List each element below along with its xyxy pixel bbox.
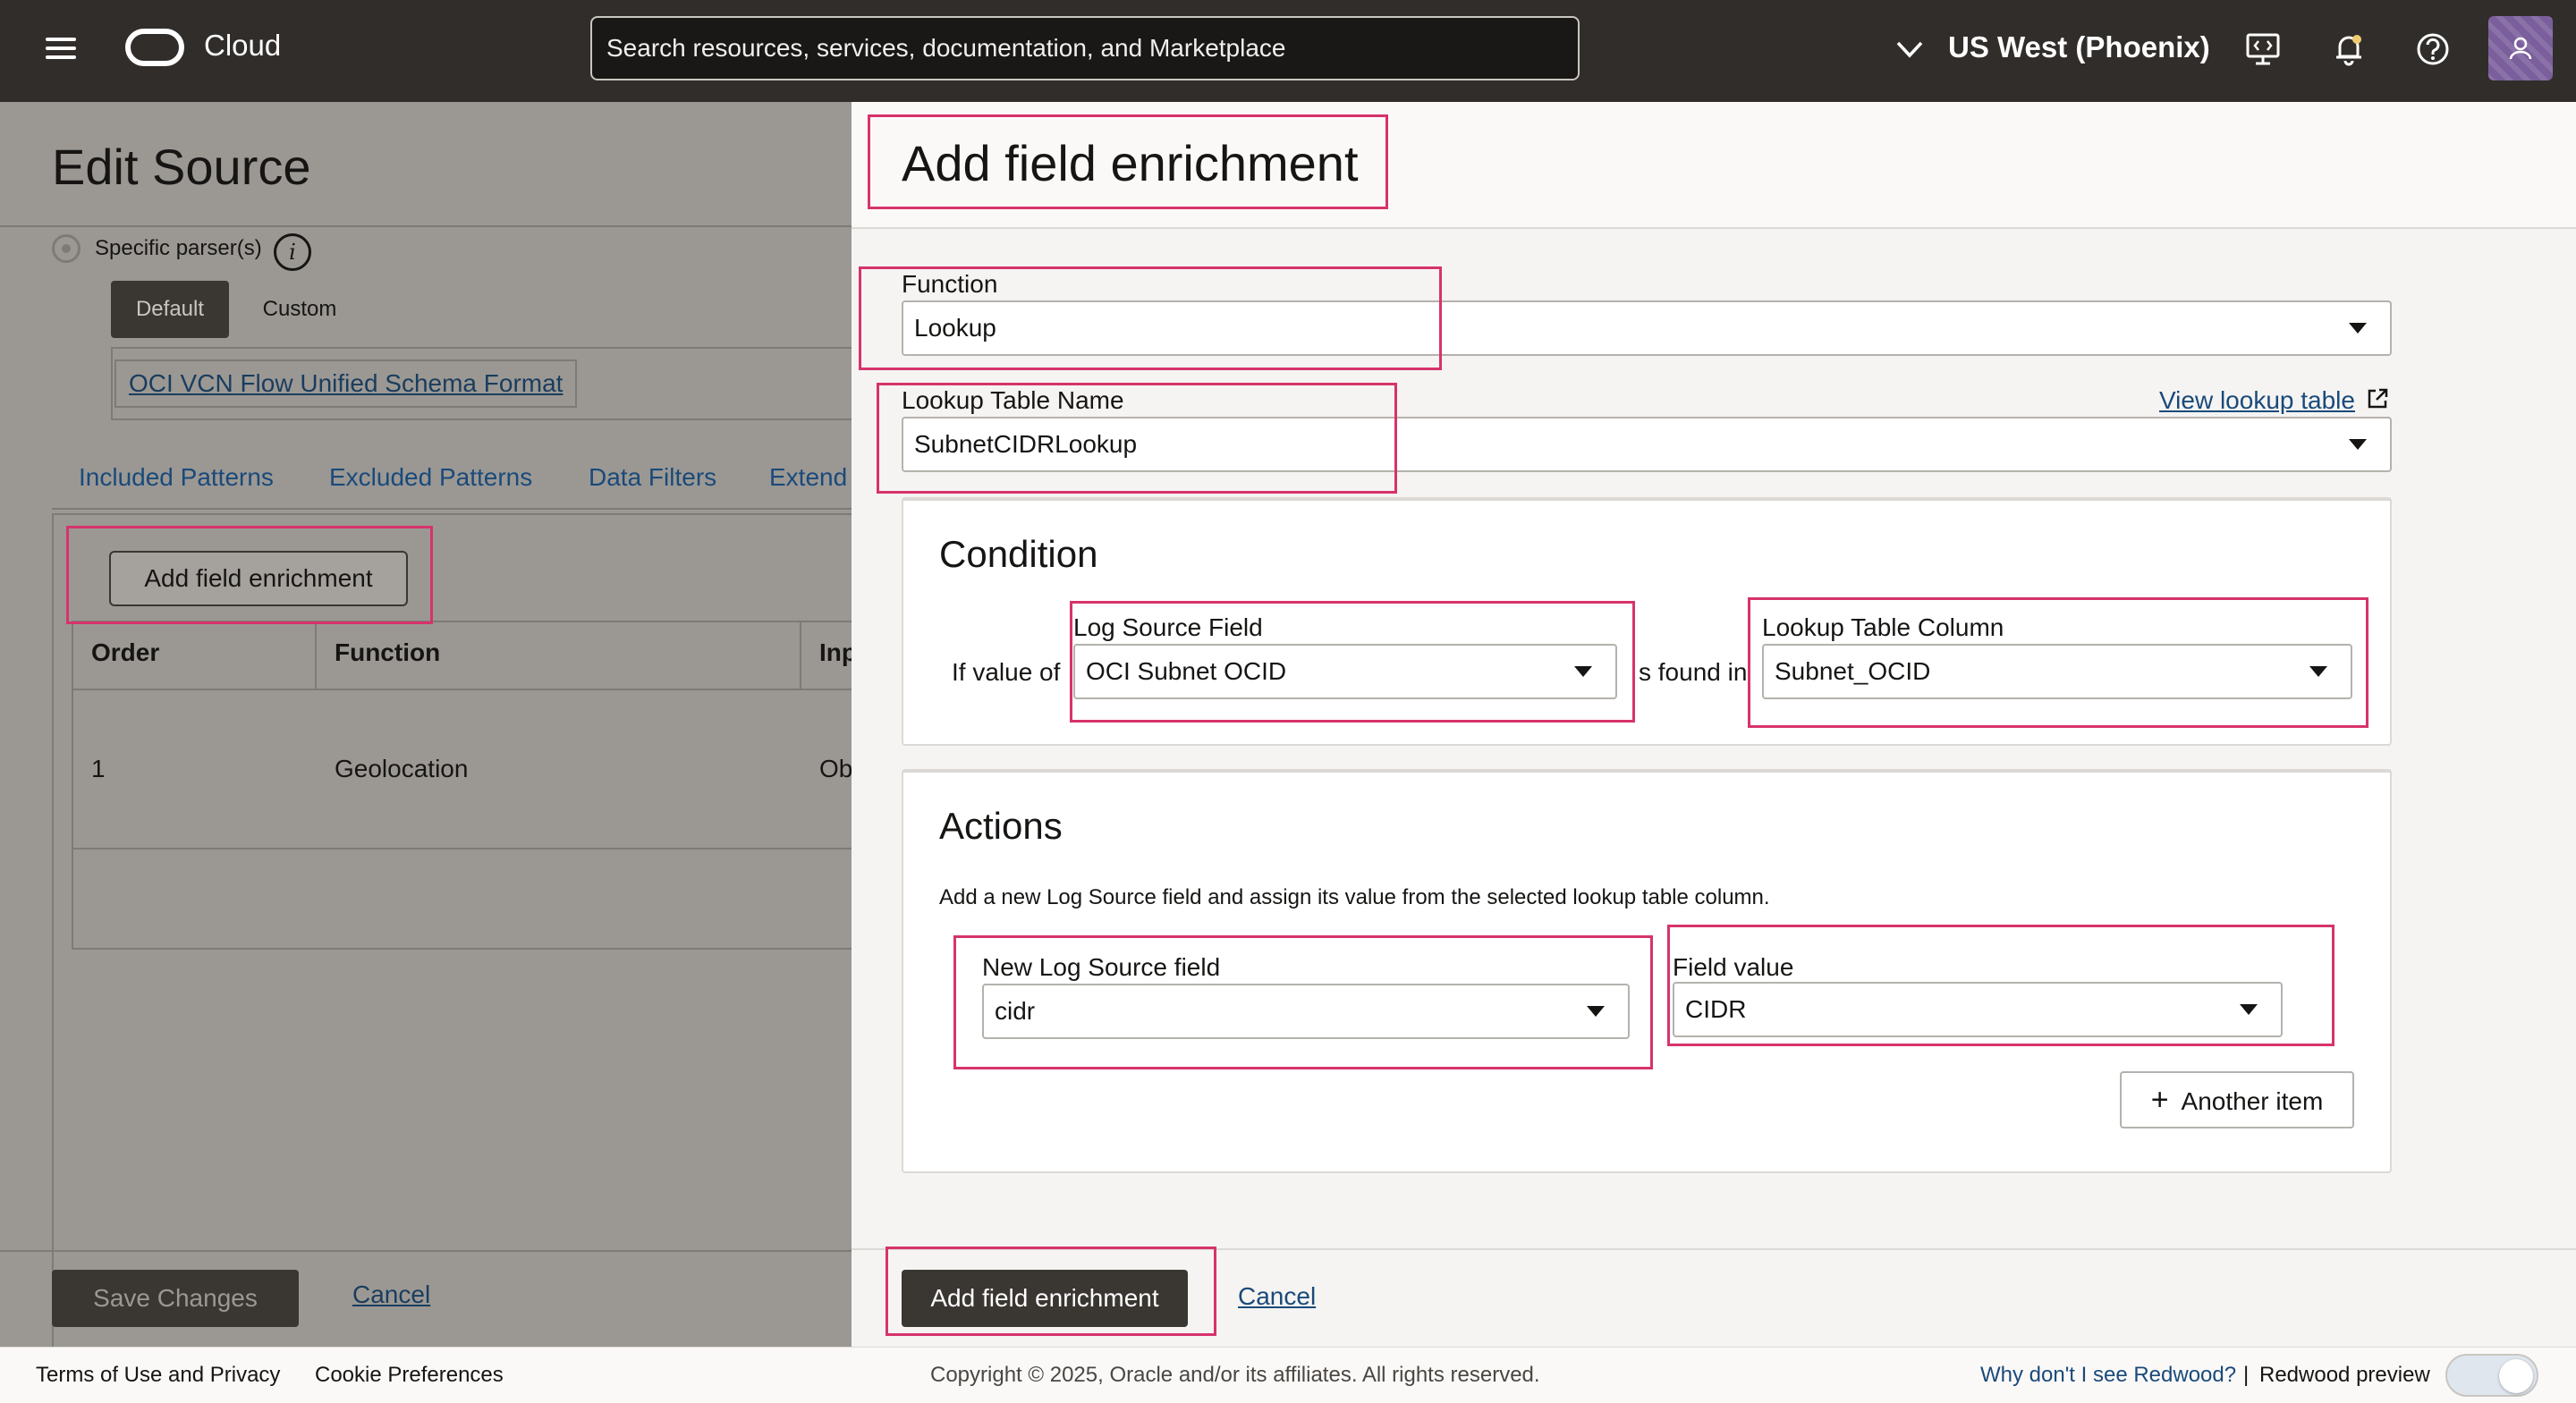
new-field-select[interactable]: cidr [982,984,1630,1039]
function-value: Lookup [914,314,996,342]
add-field-enrichment-submit-button[interactable]: Add field enrichment [902,1270,1188,1327]
menu-icon[interactable] [43,32,79,68]
info-icon[interactable]: i [274,233,311,271]
field-value-value: CIDR [1685,995,1747,1023]
function-label: Function [902,270,998,298]
dropdown-arrow-icon [1574,666,1592,677]
lookup-table-value: SubnetCIDRLookup [914,430,1138,458]
view-lookup-table-link[interactable]: View lookup table [2159,386,2355,415]
footer-separator: | [2243,1363,2250,1387]
column-header-input: Inp [819,638,852,666]
page-title: Edit Source [52,139,311,195]
specific-parsers-label: Specific parser(s) [95,236,262,260]
lookup-column-select[interactable]: Subnet_OCID [1762,644,2352,699]
log-source-field-value: OCI Subnet OCID [1086,657,1287,685]
field-value-label: Field value [1673,953,1794,981]
another-item-button[interactable]: + Another item [2120,1071,2354,1128]
bell-icon[interactable] [2329,30,2368,69]
column-header-function: Function [335,638,441,666]
drawer-title: Add field enrichment [902,135,1359,191]
dropdown-arrow-icon [1587,1006,1605,1017]
cell-function: Geolocation [335,755,469,782]
avatar[interactable] [2488,16,2553,80]
lookup-column-label: Lookup Table Column [1762,613,2004,641]
is-found-in-label: s found in [1639,658,1748,686]
actions-title: Actions [939,805,1063,847]
segment-default[interactable]: Default [111,281,229,338]
specific-parsers-radio[interactable] [52,234,80,263]
user-icon [2509,37,2532,60]
external-link-icon[interactable] [2365,386,2390,411]
dropdown-arrow-icon [2349,439,2367,450]
developer-tools-icon[interactable] [2243,30,2283,69]
if-value-of-label: If value of [952,658,1061,686]
table-row[interactable] [72,689,852,950]
add-field-enrichment-button[interactable]: Add field enrichment [109,551,408,606]
another-item-label: Another item [2181,1087,2324,1115]
dropdown-arrow-icon [2309,666,2327,677]
plus-icon: + [2150,1083,2169,1117]
segment-custom[interactable]: Custom [242,281,358,338]
drawer-cancel-link[interactable]: Cancel [1238,1282,1316,1311]
lookup-table-select[interactable]: SubnetCIDRLookup [902,417,2392,472]
edit-source-panel: Edit Source Specific parser(s) i Default… [0,102,852,1347]
cell-order: 1 [91,755,106,782]
tab-extend[interactable]: Extend [769,463,847,492]
condition-title: Condition [939,533,1098,575]
redwood-preview-toggle[interactable] [2445,1354,2538,1397]
redwood-preview-label: Redwood preview [2259,1363,2430,1387]
divider [0,225,852,227]
dropdown-arrow-icon [2240,1004,2258,1015]
new-field-label: New Log Source field [982,953,1221,981]
copyright-text: Copyright © 2025, Oracle and/or its affi… [930,1363,1540,1387]
dropdown-arrow-icon [2349,323,2367,334]
table-header [72,621,852,690]
column-divider [315,622,317,689]
lookup-table-label: Lookup Table Name [902,386,1124,414]
footer-divider [0,1250,852,1252]
oracle-logo-icon[interactable] [125,29,184,66]
column-divider [800,622,801,689]
cookie-preferences-link[interactable]: Cookie Preferences [315,1363,504,1388]
tab-data-filters[interactable]: Data Filters [589,463,716,492]
new-field-value: cidr [995,997,1036,1025]
terms-link[interactable]: Terms of Use and Privacy [36,1363,280,1388]
toggle-knob [2499,1359,2533,1393]
log-source-field-select[interactable]: OCI Subnet OCID [1073,644,1617,699]
lookup-column-value: Subnet_OCID [1775,657,1931,685]
parser-link[interactable]: OCI VCN Flow Unified Schema Format [114,359,578,408]
function-select[interactable]: Lookup [902,300,2392,356]
help-icon[interactable] [2413,30,2453,69]
drawer-footer-divider [852,1248,2576,1250]
brand-name[interactable]: Cloud [204,29,281,63]
cancel-link[interactable]: Cancel [352,1280,430,1309]
field-value-select[interactable]: CIDR [1673,982,2283,1037]
tab-included-patterns[interactable]: Included Patterns [79,463,274,492]
search-input[interactable]: Search resources, services, documentatio… [590,16,1580,80]
region-selector[interactable]: US West (Phoenix) [1948,30,2210,64]
redwood-link[interactable]: Why don't I see Redwood? [1980,1363,2236,1388]
tab-underline [52,508,852,510]
tab-excluded-patterns[interactable]: Excluded Patterns [329,463,532,492]
log-source-field-label: Log Source Field [1073,613,1263,641]
actions-description: Add a new Log Source field and assign it… [939,885,1770,909]
save-changes-button[interactable]: Save Changes [52,1270,299,1327]
chevron-down-icon[interactable] [1894,34,1925,64]
cell-input: Ob [819,755,852,782]
column-header-order: Order [91,638,160,666]
row-divider [72,848,852,849]
